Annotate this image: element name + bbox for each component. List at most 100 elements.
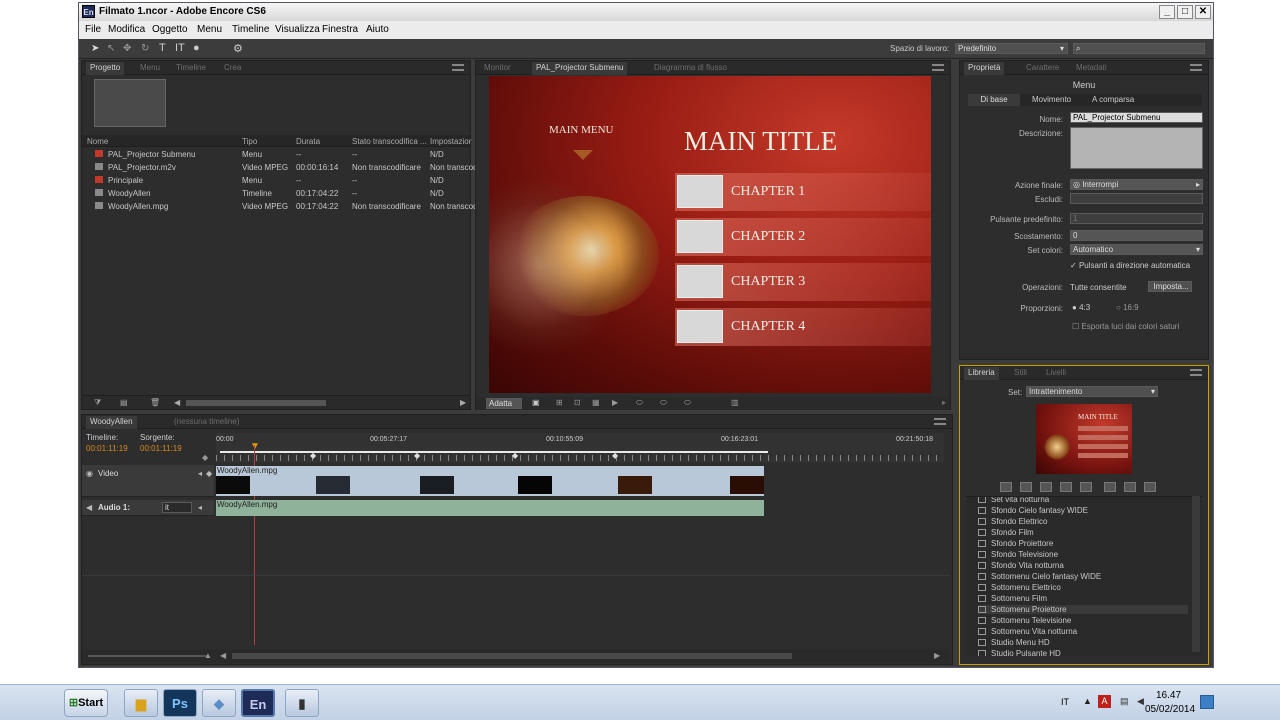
- show-desktop-button[interactable]: [1200, 695, 1214, 709]
- zoom-slider[interactable]: [88, 655, 208, 657]
- volume-icon[interactable]: ◀: [1137, 696, 1144, 707]
- description-field[interactable]: [1070, 127, 1203, 169]
- toggle-normal-icon[interactable]: ⬭: [636, 398, 643, 408]
- scroll-right-icon[interactable]: ▶: [460, 398, 466, 407]
- panel-menu-icon[interactable]: [1190, 64, 1202, 71]
- chapter-button[interactable]: CHAPTER 1: [675, 173, 931, 211]
- grid-icon[interactable]: ⊞: [556, 398, 563, 407]
- chapter-button[interactable]: CHAPTER 2: [675, 218, 931, 256]
- col-nome[interactable]: Nome: [87, 137, 108, 146]
- tab-menu[interactable]: Menu: [140, 63, 160, 72]
- media-encoder-taskbar-icon[interactable]: ▮: [285, 689, 319, 717]
- aspect-43-radio[interactable]: ● 4:3: [1072, 303, 1090, 312]
- menu-aiuto[interactable]: Aiuto: [366, 24, 389, 35]
- selection-tool-icon[interactable]: ➤: [91, 43, 99, 54]
- filter-folder-icon[interactable]: [1080, 482, 1092, 492]
- tab-menu-viewer[interactable]: PAL_Projector Submenu: [532, 62, 628, 75]
- chapter-marker-icon[interactable]: ◆: [414, 451, 420, 460]
- name-field[interactable]: PAL_Projector Submenu: [1070, 112, 1203, 123]
- timeline-ruler[interactable]: 00:00 00:05:27:17 00:10:55:09 00:16:23:01 00…: [216, 433, 944, 463]
- library-item[interactable]: Sottomenu Televisione: [978, 616, 1071, 625]
- vertical-text-tool-icon[interactable]: IT: [175, 42, 185, 54]
- end-action-field[interactable]: ◎ Interrompi ▸: [1070, 179, 1203, 190]
- col-tipo[interactable]: Tipo: [242, 137, 257, 146]
- scroll-right-icon[interactable]: ▸: [942, 398, 946, 407]
- eye-icon[interactable]: ◉: [86, 469, 93, 478]
- library-item[interactable]: Sfondo Vita notturna: [978, 561, 1064, 570]
- col-durata[interactable]: Durata: [296, 137, 320, 146]
- offset-field[interactable]: 0: [1070, 230, 1203, 241]
- scroll-left-icon[interactable]: ◀: [174, 398, 180, 407]
- work-area-bar[interactable]: [220, 451, 768, 453]
- subtab-movimento[interactable]: Movimento: [1032, 95, 1071, 104]
- aspect-169-radio[interactable]: ○ 16:9: [1116, 303, 1139, 312]
- col-stato[interactable]: Stato transcodifica ...: [352, 137, 427, 146]
- video-clip[interactable]: WoodyAllen.mpg: [216, 466, 764, 496]
- library-item[interactable]: Studio Menu HD: [978, 638, 1050, 647]
- exclude-field[interactable]: [1070, 193, 1203, 204]
- language-indicator[interactable]: IT: [1061, 697, 1069, 707]
- library-item[interactable]: Sottomenu Proiettore: [978, 605, 1188, 614]
- direct-select-tool-icon[interactable]: ↖: [107, 43, 115, 54]
- library-item[interactable]: Set vita notturna: [978, 497, 1049, 504]
- set-select[interactable]: Intrattenimento ▾: [1026, 386, 1158, 397]
- audio-clip[interactable]: WoodyAllen.mpg: [216, 500, 764, 516]
- colorset-select[interactable]: Automatico ▾: [1070, 244, 1203, 255]
- timeline-scrollbar[interactable]: [232, 653, 792, 659]
- menu-file[interactable]: File: [85, 24, 101, 35]
- adobe-tray-icon[interactable]: A: [1098, 695, 1111, 708]
- move-tool-icon[interactable]: ✥: [123, 43, 131, 54]
- scroll-left-icon[interactable]: ◀: [220, 651, 226, 660]
- tab-carattere[interactable]: Carattere: [1026, 63, 1059, 72]
- library-item[interactable]: Sottomenu Vita notturna: [978, 627, 1077, 636]
- rotate-tool-icon[interactable]: ↻: [141, 43, 149, 54]
- project-row[interactable]: PAL_Projector.m2v Video MPEG 00:00:16:14 No…: [82, 162, 478, 174]
- panel-menu-icon[interactable]: [934, 418, 946, 425]
- filter-text-icon[interactable]: [1104, 482, 1116, 492]
- prev-marker-icon[interactable]: ◂: [198, 469, 202, 478]
- chapter-marker-icon[interactable]: ◆: [512, 451, 518, 460]
- audio-track-header[interactable]: ◀ Audio 1: it ◂: [82, 500, 214, 516]
- main-title[interactable]: MAIN TITLE: [684, 126, 837, 157]
- filter-shape-icon[interactable]: [1124, 482, 1136, 492]
- preview-icon[interactable]: ⚙: [233, 42, 243, 55]
- tray-arrow-icon[interactable]: ▲: [1083, 696, 1092, 706]
- horizontal-scrollbar[interactable]: [186, 400, 326, 406]
- close-button[interactable]: ✕: [1195, 5, 1211, 19]
- text-tool-icon[interactable]: T: [159, 42, 166, 54]
- default-button-select[interactable]: 1: [1070, 213, 1203, 224]
- preview-play-icon[interactable]: ▶: [612, 398, 618, 407]
- chapter-button[interactable]: CHAPTER 4: [675, 308, 931, 346]
- start-button[interactable]: ⊞Start: [64, 689, 108, 717]
- chart-icon[interactable]: ▥: [731, 398, 739, 407]
- tab-metadati[interactable]: Metadati: [1076, 63, 1107, 72]
- library-scrollbar[interactable]: [1192, 496, 1200, 652]
- library-item[interactable]: Sfondo Televisione: [978, 550, 1058, 559]
- filter-menu-icon[interactable]: [1000, 482, 1012, 492]
- delete-icon[interactable]: 🗑: [150, 398, 160, 407]
- project-row[interactable]: Principale Menu -- -- N/D: [82, 175, 472, 187]
- prev-marker-icon[interactable]: ◂: [198, 503, 202, 512]
- tab-monitor[interactable]: Monitor: [484, 63, 511, 72]
- source-timecode[interactable]: 00:01:11:19: [140, 444, 182, 453]
- export-colors-checkbox[interactable]: ☐ Esporta luci dai colori saturi: [1072, 322, 1179, 331]
- guides-icon[interactable]: ⊡: [574, 398, 581, 407]
- network-icon[interactable]: ▤: [1120, 696, 1129, 707]
- tab-stili[interactable]: Stili: [1014, 368, 1027, 377]
- auto-routing-checkbox[interactable]: ✓ Pulsanti a direzione automatica: [1070, 261, 1190, 270]
- zoom-in-icon[interactable]: ▲: [204, 651, 212, 660]
- tab-flowchart[interactable]: Diagramma di flusso: [654, 63, 727, 72]
- operations-set-button[interactable]: Imposta...: [1148, 281, 1192, 292]
- filter-more-icon[interactable]: [1144, 482, 1156, 492]
- tab-proprieta[interactable]: Proprietà: [964, 62, 1005, 75]
- filter-image-icon[interactable]: [1040, 482, 1052, 492]
- maximize-button[interactable]: □: [1177, 5, 1193, 19]
- panel-menu-icon[interactable]: [452, 64, 464, 71]
- tab-livelli[interactable]: Livelli: [1046, 368, 1066, 377]
- chapter-button[interactable]: CHAPTER 3: [675, 263, 931, 301]
- explorer-taskbar-icon[interactable]: ▆: [124, 689, 158, 717]
- library-item[interactable]: Sottomenu Elettrico: [978, 583, 1061, 592]
- tab-woodyallen[interactable]: WoodyAllen: [86, 416, 137, 429]
- new-item-icon[interactable]: ▤: [120, 398, 128, 407]
- fit-select[interactable]: Adatta: [486, 398, 522, 409]
